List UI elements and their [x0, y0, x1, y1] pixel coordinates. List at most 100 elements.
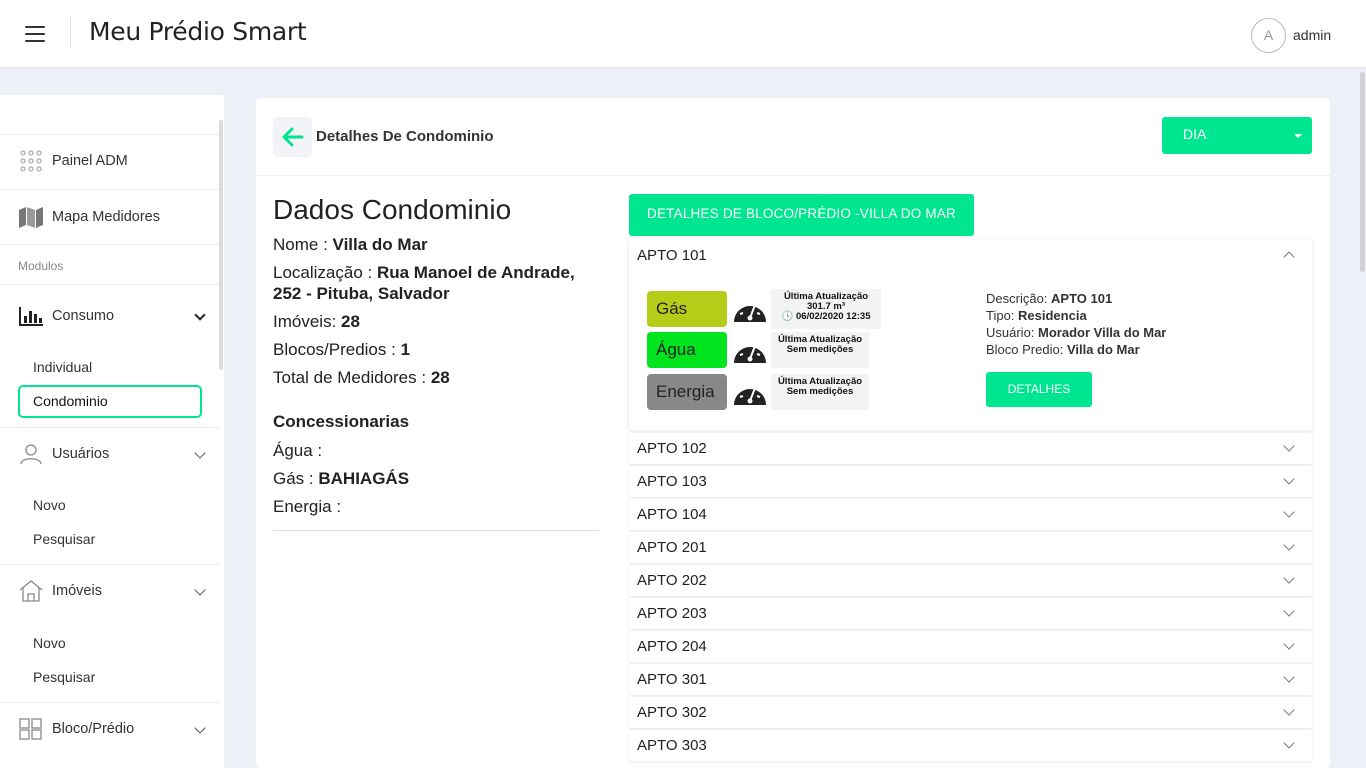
divider [0, 244, 219, 245]
sidebar-item-label: Mapa Medidores [52, 209, 160, 225]
sidebar-item-bloco[interactable]: Bloco/Prédio [18, 717, 134, 741]
sidebar-item-label: Imóveis [52, 583, 102, 599]
sidebar-item-painel[interactable]: Painel ADM [18, 149, 128, 173]
period-select-value: DIA [1183, 126, 1207, 142]
chevron-down-icon [1283, 704, 1295, 716]
sidebar-subitem-condominio[interactable]: Condominio [18, 385, 202, 418]
main-card: Detalhes De Condominio DIA Dados Condomi… [256, 98, 1330, 768]
divider [0, 134, 219, 135]
apto-header[interactable]: APTO 101 [637, 247, 707, 264]
info-title: Dados Condominio [273, 194, 512, 225]
user-name[interactable]: admin [1293, 27, 1331, 43]
divider [0, 564, 219, 565]
chevron-down-icon[interactable] [194, 584, 206, 596]
divider [256, 175, 1330, 176]
chevron-up-icon[interactable] [1283, 251, 1295, 263]
apto-usuario: Usuário: Morador Villa do Mar [986, 325, 1167, 340]
divider [273, 530, 599, 531]
apto-row[interactable]: APTO 303 [629, 730, 1312, 761]
user-icon [18, 442, 44, 466]
sidebar-item-label: Usuários [52, 446, 110, 462]
meter-agua[interactable]: Água [647, 332, 727, 368]
avatar[interactable]: A [1251, 18, 1286, 53]
apto-details-button[interactable]: DETALHES [986, 372, 1092, 407]
page-scrollbar[interactable] [1360, 72, 1365, 272]
map-icon [18, 205, 44, 229]
chevron-down-icon [1283, 638, 1295, 650]
arrow-left-icon [282, 127, 303, 147]
bloco-details-button[interactable]: DETALHES DE BLOCO/PRÉDIO -VILLA DO MAR [629, 194, 974, 236]
gauge-icon [730, 332, 770, 368]
apto-row[interactable]: APTO 204 [629, 631, 1312, 662]
apto-row[interactable]: APTO 302 [629, 697, 1312, 728]
sidebar-item-label: Bloco/Prédio [52, 721, 135, 737]
sidebar-subitem-pesquisar[interactable]: Pesquisar [33, 531, 95, 547]
sidebar: Painel ADM Mapa Medidores Modulos Consum… [0, 95, 224, 768]
sidebar-item-mapa[interactable]: Mapa Medidores [18, 205, 160, 229]
chevron-down-icon [1283, 605, 1295, 617]
app-title: Meu Prédio Smart [89, 17, 307, 46]
gauge-icon [730, 291, 770, 327]
apto-row[interactable]: APTO 202 [629, 565, 1312, 596]
sidebar-item-label: Painel ADM [52, 153, 128, 169]
divider [0, 702, 219, 703]
caret-down-icon [1294, 134, 1302, 138]
concessionarias-title: Concessionarias [273, 412, 410, 431]
apto-bloco: Bloco Predio: Villa do Mar [986, 342, 1140, 357]
meter-update-gas: Última Atualização 301.7 m³ 🕓 06/02/2020… [771, 289, 881, 329]
chevron-down-icon [1283, 572, 1295, 584]
info-medidores: Total de Medidores : 28 [273, 368, 450, 387]
sidebar-subitem-novo[interactable]: Novo [33, 497, 66, 513]
sidebar-subitem-individual[interactable]: Individual [33, 359, 92, 375]
apto-row[interactable]: APTO 201 [629, 532, 1312, 563]
section-label: Modulos [18, 259, 64, 273]
sidebar-item-usuarios[interactable]: Usuários [18, 442, 109, 466]
home-icon [18, 579, 44, 603]
building-blocks-icon [18, 717, 44, 741]
page-title: Detalhes De Condominio [316, 128, 494, 145]
divider [0, 189, 219, 190]
info-blocos: Blocos/Predios : 1 [273, 340, 411, 359]
sidebar-item-label: Consumo [52, 308, 115, 324]
apto-descricao: Descrição: APTO 101 [986, 291, 1113, 306]
apto-row[interactable]: APTO 102 [629, 433, 1312, 464]
top-bar: Meu Prédio Smart A admin [0, 0, 1366, 67]
clock-icon: 🕓 [781, 311, 794, 322]
apto-row[interactable]: APTO 103 [629, 466, 1312, 497]
sidebar-subitem-novo[interactable]: Novo [33, 635, 66, 651]
info-localizacao: Localização : Rua Manoel de Andrade, 252 … [273, 263, 575, 303]
chevron-down-icon [1283, 440, 1295, 452]
chevron-down-icon [1283, 473, 1295, 485]
chevron-down-icon [1283, 671, 1295, 683]
info-nome: Nome : Villa do Mar [273, 235, 428, 254]
chevron-down-icon[interactable] [194, 309, 206, 321]
sidebar-subitem-pesquisar[interactable]: Pesquisar [33, 669, 95, 685]
gauge-icon [730, 374, 770, 410]
chevron-down-icon [1283, 737, 1295, 749]
period-select[interactable]: DIA [1162, 117, 1312, 154]
apto-row[interactable]: APTO 104 [629, 499, 1312, 530]
apto-panel-open: APTO 101 Gás Última Atualização 301.7 m³… [629, 239, 1312, 430]
info-agua: Água : [273, 441, 323, 460]
menu-icon[interactable] [25, 26, 45, 42]
chevron-down-icon [1283, 539, 1295, 551]
meter-energia[interactable]: Energia [647, 374, 727, 410]
info-gas: Gás : BAHIAGÁS [273, 469, 410, 488]
sidebar-scrollbar[interactable] [219, 120, 223, 370]
apto-tipo: Tipo: Residencia [986, 308, 1087, 323]
chevron-down-icon[interactable] [194, 447, 206, 459]
meter-gas[interactable]: Gás [647, 291, 727, 327]
divider [70, 16, 71, 48]
chevron-down-icon [1283, 506, 1295, 518]
sidebar-item-consumo[interactable]: Consumo [18, 304, 114, 328]
apto-row[interactable]: APTO 203 [629, 598, 1312, 629]
info-energia: Energia : [273, 497, 342, 516]
apto-row[interactable]: APTO 301 [629, 664, 1312, 695]
back-button[interactable] [273, 117, 312, 157]
divider [0, 284, 219, 285]
meter-update-energia: Última Atualização Sem medições [771, 374, 869, 410]
info-imoveis: Imóveis: 28 [273, 312, 360, 331]
bar-chart-icon [18, 304, 44, 328]
chevron-down-icon[interactable] [194, 722, 206, 734]
sidebar-item-imoveis[interactable]: Imóveis [18, 579, 102, 603]
